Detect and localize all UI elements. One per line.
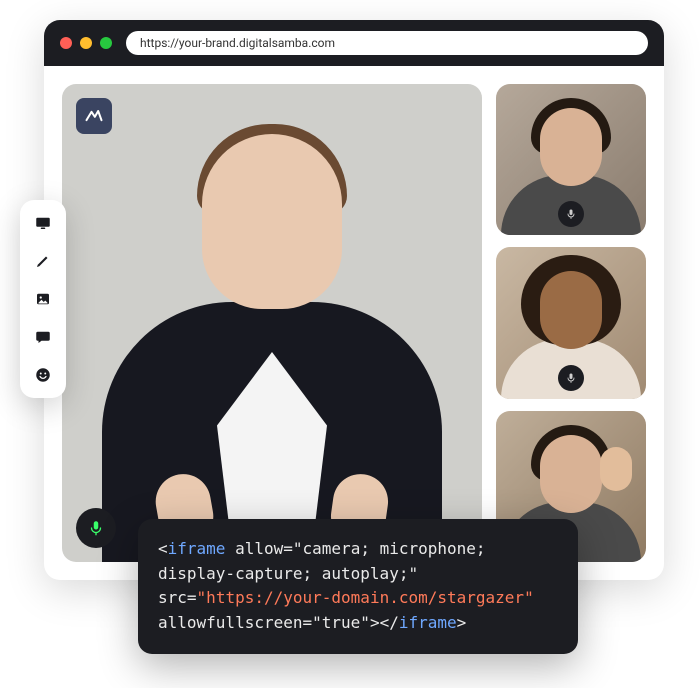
window-controls [60, 37, 112, 49]
maximize-dot[interactable] [100, 37, 112, 49]
minimize-dot[interactable] [80, 37, 92, 49]
code-token: = [303, 613, 313, 632]
code-token: "https://your-domain.com/stargazer" [197, 588, 534, 607]
url-text: https://your-brand.digitalsamba.com [140, 36, 335, 50]
code-token: > [457, 613, 467, 632]
chat-icon[interactable] [34, 328, 52, 346]
participant-mic-button[interactable] [558, 365, 584, 391]
speaker-avatar [62, 84, 482, 562]
code-token: iframe [168, 539, 226, 558]
code-token: src [158, 588, 187, 607]
present-icon[interactable] [34, 214, 52, 232]
close-dot[interactable] [60, 37, 72, 49]
code-token: / [389, 613, 399, 632]
code-token: < [158, 539, 168, 558]
title-bar: https://your-brand.digitalsamba.com [44, 20, 664, 66]
browser-window: https://your-brand.digitalsamba.com [44, 20, 664, 580]
pencil-icon[interactable] [34, 252, 52, 270]
url-bar[interactable]: https://your-brand.digitalsamba.com [126, 31, 648, 55]
participant-strip [496, 84, 646, 562]
participant-tile[interactable] [496, 84, 646, 235]
code-token: "camera; microphone; [293, 539, 486, 558]
microphone-icon [565, 372, 577, 384]
main-video-tile[interactable] [62, 84, 482, 562]
microphone-icon [565, 208, 577, 220]
floating-toolbar [20, 200, 66, 398]
meeting-content [44, 66, 664, 580]
code-token: allowfullscreen [158, 613, 303, 632]
image-icon[interactable] [34, 290, 52, 308]
code-token: display-capture; autoplay;" [158, 564, 418, 583]
code-token: "true" [312, 613, 370, 632]
code-token: = [187, 588, 197, 607]
main-mic-button[interactable] [76, 508, 116, 548]
brand-logo-badge [76, 98, 112, 134]
code-token: iframe [399, 613, 457, 632]
participant-mic-button[interactable] [558, 201, 584, 227]
code-token: = [283, 539, 293, 558]
emoji-icon[interactable] [34, 366, 52, 384]
code-token: allow [235, 539, 283, 558]
participant-tile[interactable] [496, 247, 646, 398]
code-token: < [380, 613, 390, 632]
microphone-icon [87, 519, 105, 537]
brand-logo-icon [84, 106, 104, 126]
code-token: > [370, 613, 380, 632]
code-snippet-overlay: <iframe allow="camera; microphone; displ… [138, 519, 578, 654]
